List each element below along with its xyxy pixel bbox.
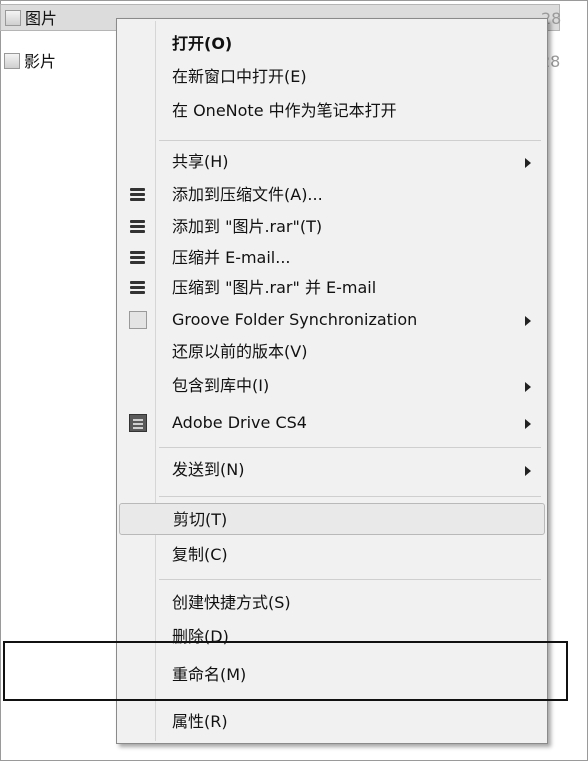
menu-separator	[159, 140, 541, 141]
menu-item-label: 在新窗口中打开(E)	[172, 67, 307, 86]
menu-separator	[159, 447, 541, 448]
menu-item-compress-to-rar-email[interactable]: 压缩到 "图片.rar" 并 E-mail	[119, 272, 545, 304]
file-name: 图片	[25, 9, 58, 28]
context-menu: 打开(O) 在新窗口中打开(E) 在 OneNote 中作为笔记本打开 共享(H…	[116, 18, 548, 744]
rename-highlight-box	[3, 641, 568, 701]
menu-item-label: 包含到库中(I)	[172, 376, 270, 395]
submenu-arrow-icon	[525, 382, 531, 392]
menu-item-label: 创建快捷方式(S)	[172, 593, 291, 612]
menu-item-add-to-rar[interactable]: 添加到 "图片.rar"(T)	[119, 211, 545, 243]
adobe-drive-icon	[129, 414, 147, 432]
menu-item-properties[interactable]: 属性(R)	[119, 706, 545, 738]
menu-separator	[159, 496, 541, 497]
submenu-arrow-icon	[525, 466, 531, 476]
menu-item-label: 在 OneNote 中作为笔记本打开	[172, 101, 397, 120]
menu-item-include-in-library[interactable]: 包含到库中(I)	[119, 370, 545, 402]
menu-separator	[159, 579, 541, 580]
submenu-arrow-icon	[525, 158, 531, 168]
winrar-icon	[129, 186, 147, 204]
menu-item-compress-email[interactable]: 压缩并 E-mail...	[119, 242, 545, 274]
menu-item-copy[interactable]: 复制(C)	[119, 539, 545, 571]
menu-item-label: 剪切(T)	[173, 510, 228, 529]
menu-item-label: 压缩并 E-mail...	[172, 248, 291, 267]
submenu-arrow-icon	[525, 316, 531, 326]
menu-item-share[interactable]: 共享(H)	[119, 146, 545, 178]
file-name: 影片	[24, 52, 57, 71]
menu-item-label: 还原以前的版本(V)	[172, 342, 308, 361]
menu-item-add-to-archive[interactable]: 添加到压缩文件(A)...	[119, 179, 545, 211]
menu-item-open[interactable]: 打开(O)	[119, 28, 545, 60]
menu-item-open-onenote[interactable]: 在 OneNote 中作为笔记本打开	[119, 95, 545, 127]
winrar-icon	[129, 279, 147, 297]
winrar-icon	[129, 249, 147, 267]
menu-item-label: 添加到压缩文件(A)...	[172, 185, 323, 204]
submenu-arrow-icon	[525, 419, 531, 429]
menu-item-adobe-drive[interactable]: Adobe Drive CS4	[119, 407, 545, 439]
menu-item-groove-sync[interactable]: Groove Folder Synchronization	[119, 304, 545, 336]
menu-item-restore-versions[interactable]: 还原以前的版本(V)	[119, 336, 545, 368]
menu-item-label: Groove Folder Synchronization	[172, 310, 418, 329]
groove-icon	[129, 311, 147, 329]
menu-item-open-new-window[interactable]: 在新窗口中打开(E)	[119, 61, 545, 93]
menu-item-label: 添加到 "图片.rar"(T)	[172, 217, 323, 236]
menu-item-label: 发送到(N)	[172, 460, 245, 479]
winrar-icon	[129, 218, 147, 236]
menu-item-cut[interactable]: 剪切(T)	[119, 503, 545, 535]
menu-item-label: 压缩到 "图片.rar" 并 E-mail	[172, 278, 377, 297]
folder-icon	[4, 53, 20, 69]
menu-item-label: Adobe Drive CS4	[172, 413, 307, 432]
menu-item-label: 复制(C)	[172, 545, 228, 564]
menu-item-send-to[interactable]: 发送到(N)	[119, 454, 545, 486]
menu-item-label: 属性(R)	[172, 712, 228, 731]
menu-item-create-shortcut[interactable]: 创建快捷方式(S)	[119, 587, 545, 619]
menu-item-label: 打开(O)	[172, 34, 233, 53]
menu-item-label: 共享(H)	[172, 152, 229, 171]
folder-icon	[5, 10, 21, 26]
